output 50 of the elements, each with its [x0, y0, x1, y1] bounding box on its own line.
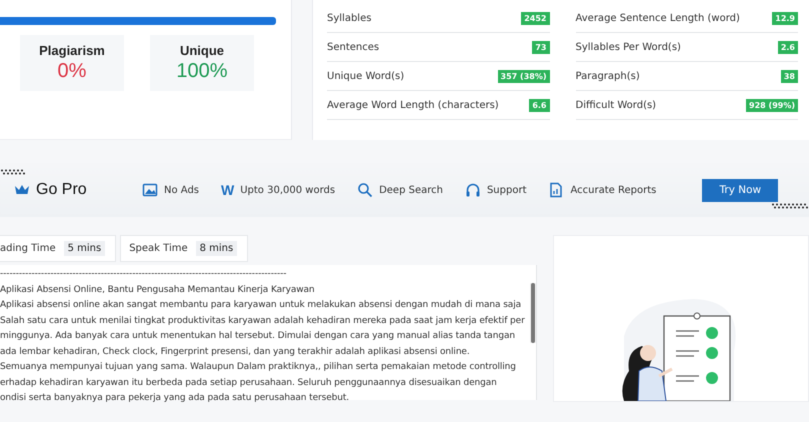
stat-value: 2.6	[778, 40, 798, 54]
text-area[interactable]	[0, 265, 537, 400]
stat-label: Average Sentence Length (word)	[576, 12, 740, 24]
time-label: Speak Time	[129, 243, 188, 254]
stat-value: 2452	[521, 12, 550, 24]
letter-icon: W	[221, 182, 234, 198]
time-value: 5 mins	[64, 241, 106, 256]
text-line: minggunya. Ada banyak cara untuk menentukan hal tersebut. Dimulai dengan cara yang manual alias tanda tangan	[0, 330, 516, 343]
feature-label: Accurate Reports	[570, 184, 656, 196]
stat-value: 38	[780, 70, 798, 82]
try-now-button[interactable]: Try Now	[702, 178, 778, 202]
dots-decoration	[0, 169, 26, 175]
text-line: Aplikasi Absensi Online, Bantu Pengusaha Memantau Kinerja Karyawan	[0, 284, 316, 296]
stat-value: 73	[532, 40, 550, 54]
stat-label: Unique Word(s)	[327, 70, 404, 82]
document-icon	[548, 182, 564, 198]
feature-label: No Ads	[164, 184, 199, 196]
image-icon	[142, 182, 158, 198]
text-line: erhadap kehadiran karyawan itu berbeda pada setiap perusahaan. Seluruh penggunaannya disesuaikan dengan	[0, 376, 498, 390]
stat-value: 12.9	[772, 12, 798, 24]
scrollbar[interactable]	[530, 283, 536, 343]
feature-label: Upto 30,000 words	[240, 184, 336, 196]
stat-label: Average Word Length (characters)	[327, 100, 499, 110]
dots-decoration	[771, 203, 809, 209]
text-line: ada lembar kehadiran, Check clock, Fingerprint presensi, dan yang terakhir adalah aplikasi absensi online.	[0, 346, 471, 358]
stat-label: Difficult Word(s)	[576, 100, 656, 110]
stat-label: Paragraph(s)	[576, 70, 640, 82]
time-label: ading Time	[0, 243, 56, 254]
crown-icon	[14, 184, 30, 196]
score-label: Unique	[180, 43, 224, 58]
stat-label: Syllables Per Word(s)	[576, 42, 681, 52]
text-line: Aplikasi absensi online akan sangat membantu para karyawan untuk melakukan absensi dengan mudah di mana saja	[0, 299, 522, 312]
stat-label: Sentences	[327, 42, 380, 52]
text-line: ondisi serta banyaknya para pekerja yang ada pada satu perusahaan tersebut.	[0, 392, 350, 405]
time-value: 8 mins	[196, 241, 238, 256]
score-label: Plagiarism	[39, 43, 105, 58]
feature-label: Deep Search	[379, 184, 443, 196]
stat-value: 6.6	[529, 98, 550, 112]
feature-label: Support	[486, 184, 526, 196]
text-line: Salah satu cara untuk menilai tingkat produktivitas karyawan adalah kehadiran mereka pada saat jam kerja efektif per	[0, 314, 526, 328]
score-value: 0%	[58, 60, 86, 83]
text-line: -------------------------------------------------------------------------------------------	[0, 268, 288, 281]
stat-value: 928 (99%)	[746, 98, 798, 112]
search-icon	[357, 182, 374, 198]
stat-value: 357 (38%)	[498, 70, 550, 82]
headset-icon	[464, 182, 481, 198]
go-pro-title: Go Pro	[36, 181, 87, 199]
text-line: Semuanya mempunyai tujuan yang sama. Walaupun Dalam praktiknya,, pilihan serta pemakaian metode controlling	[0, 361, 517, 374]
score-value: 100%	[176, 60, 228, 83]
stat-label: Syllables	[327, 12, 372, 24]
